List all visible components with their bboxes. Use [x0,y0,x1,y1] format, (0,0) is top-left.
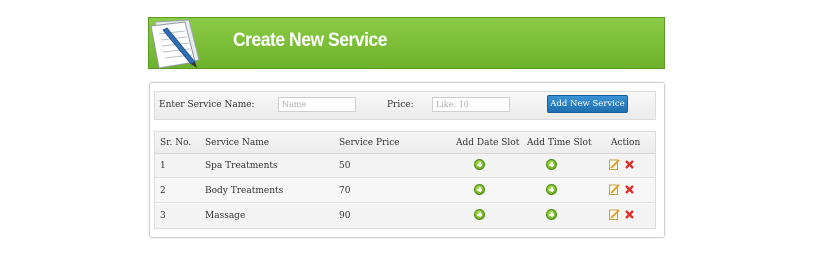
service-name-cell: Spa Treatments [205,161,278,171]
service-name-label: Enter Service Name: [159,100,255,110]
paper-pen-icon [150,19,200,69]
service-price-cell: 90 [339,211,351,221]
delete-icon[interactable] [624,209,635,220]
services-table: Sr. No. Service Name Service Price Add D… [154,131,656,229]
add-date-slot-icon[interactable] [474,209,486,221]
add-time-slot-icon[interactable] [546,209,558,221]
service-price-cell: 50 [339,161,351,171]
price-input[interactable] [432,97,510,112]
sr-no-cell: 2 [160,186,166,196]
delete-icon[interactable] [624,184,635,195]
sr-no-cell: 1 [160,161,166,171]
edit-icon[interactable] [609,209,620,220]
price-label: Price: [387,100,414,110]
new-service-form: Enter Service Name: Price: Add New Servi… [154,91,656,120]
table-row: 1 Spa Treatments 50 [155,154,655,178]
edit-icon[interactable] [609,184,620,195]
table-header: Sr. No. Service Name Service Price Add D… [155,132,655,154]
add-new-service-button[interactable]: Add New Service [547,95,628,113]
column-header-add-time-slot: Add Time Slot [527,138,592,148]
service-name-cell: Massage [205,211,246,221]
page-title: Create New Service [233,30,387,51]
column-header-sr-no: Sr. No. [160,138,192,148]
column-header-service-name: Service Name [205,138,270,148]
service-name-cell: Body Treatments [205,186,284,196]
service-price-cell: 70 [339,186,351,196]
table-row: 3 Massage 90 [155,204,655,228]
column-header-add-date-slot: Add Date Slot [456,138,520,148]
add-date-slot-icon[interactable] [474,159,486,171]
add-date-slot-icon[interactable] [474,184,486,196]
add-time-slot-icon[interactable] [546,159,558,171]
column-header-action: Action [611,138,641,148]
page-header-banner: Create New Service [148,17,665,69]
table-row: 2 Body Treatments 70 [155,179,655,203]
column-header-service-price: Service Price [339,138,400,148]
service-panel: Enter Service Name: Price: Add New Servi… [149,82,665,238]
service-name-input[interactable] [278,97,356,112]
delete-icon[interactable] [624,159,635,170]
edit-icon[interactable] [609,159,620,170]
sr-no-cell: 3 [160,211,166,221]
add-time-slot-icon[interactable] [546,184,558,196]
